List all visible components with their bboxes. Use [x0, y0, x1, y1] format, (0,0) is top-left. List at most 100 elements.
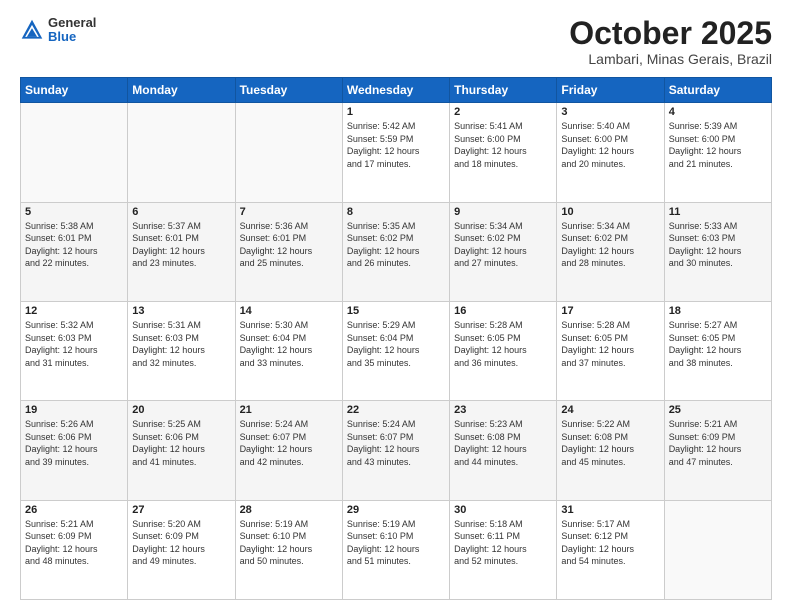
calendar-cell: 9 Sunrise: 5:34 AM Sunset: 6:02 PM Daylig…	[450, 202, 557, 301]
day-info: Sunrise: 5:41 AM Sunset: 6:00 PM Dayligh…	[454, 120, 552, 170]
calendar-cell: 29 Sunrise: 5:19 AM Sunset: 6:10 PM Dayli…	[342, 500, 449, 599]
calendar-cell	[128, 103, 235, 202]
day-info: Sunrise: 5:31 AM Sunset: 6:03 PM Dayligh…	[132, 319, 230, 369]
calendar-cell: 19Sunrise: 5:26 AM Sunset: 6:06 PM Dayli…	[21, 401, 128, 500]
calendar-cell: 4 Sunrise: 5:39 AM Sunset: 6:00 PM Daylig…	[664, 103, 771, 202]
day-number: 24	[561, 404, 659, 416]
day-number: 4	[669, 106, 767, 118]
calendar-cell: 13 Sunrise: 5:31 AM Sunset: 6:03 PM Dayli…	[128, 301, 235, 400]
day-info: Sunrise: 5:36 AM Sunset: 6:01 PM Dayligh…	[240, 220, 338, 270]
calendar-week-2: 12 Sunrise: 5:32 AM Sunset: 6:03 PM Dayli…	[21, 301, 772, 400]
day-info: Sunrise: 5:24 AM Sunset: 6:07 PM Dayligh…	[240, 418, 338, 468]
day-number: 14	[240, 305, 338, 317]
day-number: 16	[454, 305, 552, 317]
day-info: Sunrise: 5:30 AM Sunset: 6:04 PM Dayligh…	[240, 319, 338, 369]
day-number: 17	[561, 305, 659, 317]
day-number: 15	[347, 305, 445, 317]
day-info: Sunrise: 5:37 AM Sunset: 6:01 PM Dayligh…	[132, 220, 230, 270]
calendar-cell	[21, 103, 128, 202]
calendar-cell: 16Sunrise: 5:28 AM Sunset: 6:05 PM Dayli…	[450, 301, 557, 400]
calendar-cell: 5 Sunrise: 5:38 AM Sunset: 6:01 PM Daylig…	[21, 202, 128, 301]
calendar-week-4: 26 Sunrise: 5:21 AM Sunset: 6:09 PM Dayli…	[21, 500, 772, 599]
weekday-header-thursday: Thursday	[450, 78, 557, 103]
day-number: 27	[132, 504, 230, 516]
calendar-cell: 22 Sunrise: 5:24 AM Sunset: 6:07 PM Dayli…	[342, 401, 449, 500]
calendar-cell: 28 Sunrise: 5:19 AM Sunset: 6:10 PM Dayli…	[235, 500, 342, 599]
day-info: Sunrise: 5:23 AM Sunset: 6:08 PM Dayligh…	[454, 418, 552, 468]
calendar-cell: 21Sunrise: 5:24 AM Sunset: 6:07 PM Dayli…	[235, 401, 342, 500]
calendar-cell: 12 Sunrise: 5:32 AM Sunset: 6:03 PM Dayli…	[21, 301, 128, 400]
day-info: Sunrise: 5:27 AM Sunset: 6:05 PM Dayligh…	[669, 319, 767, 369]
day-number: 13	[132, 305, 230, 317]
day-number: 6	[132, 206, 230, 218]
day-info: Sunrise: 5:39 AM Sunset: 6:00 PM Dayligh…	[669, 120, 767, 170]
month-title: October 2025	[569, 16, 772, 51]
day-number: 5	[25, 206, 123, 218]
day-info: Sunrise: 5:21 AM Sunset: 6:09 PM Dayligh…	[669, 418, 767, 468]
calendar-table: SundayMondayTuesdayWednesdayThursdayFrid…	[20, 77, 772, 600]
day-number: 10	[561, 206, 659, 218]
logo-blue: Blue	[48, 30, 96, 44]
weekday-header-wednesday: Wednesday	[342, 78, 449, 103]
day-number: 25	[669, 404, 767, 416]
day-info: Sunrise: 5:19 AM Sunset: 6:10 PM Dayligh…	[347, 518, 445, 568]
day-number: 3	[561, 106, 659, 118]
weekday-header-friday: Friday	[557, 78, 664, 103]
weekday-header-monday: Monday	[128, 78, 235, 103]
calendar-cell: 30Sunrise: 5:18 AM Sunset: 6:11 PM Dayli…	[450, 500, 557, 599]
day-number: 7	[240, 206, 338, 218]
calendar-cell: 1Sunrise: 5:42 AM Sunset: 5:59 PM Daylig…	[342, 103, 449, 202]
day-number: 29	[347, 504, 445, 516]
calendar-cell: 6 Sunrise: 5:37 AM Sunset: 6:01 PM Daylig…	[128, 202, 235, 301]
day-number: 30	[454, 504, 552, 516]
day-number: 12	[25, 305, 123, 317]
weekday-header-saturday: Saturday	[664, 78, 771, 103]
day-info: Sunrise: 5:32 AM Sunset: 6:03 PM Dayligh…	[25, 319, 123, 369]
day-number: 9	[454, 206, 552, 218]
day-info: Sunrise: 5:26 AM Sunset: 6:06 PM Dayligh…	[25, 418, 123, 468]
day-info: Sunrise: 5:29 AM Sunset: 6:04 PM Dayligh…	[347, 319, 445, 369]
weekday-header-tuesday: Tuesday	[235, 78, 342, 103]
calendar-cell: 8Sunrise: 5:35 AM Sunset: 6:02 PM Daylig…	[342, 202, 449, 301]
calendar-cell: 26 Sunrise: 5:21 AM Sunset: 6:09 PM Dayli…	[21, 500, 128, 599]
calendar-cell: 25 Sunrise: 5:21 AM Sunset: 6:09 PM Dayli…	[664, 401, 771, 500]
day-info: Sunrise: 5:17 AM Sunset: 6:12 PM Dayligh…	[561, 518, 659, 568]
calendar-cell: 17 Sunrise: 5:28 AM Sunset: 6:05 PM Dayli…	[557, 301, 664, 400]
day-info: Sunrise: 5:34 AM Sunset: 6:02 PM Dayligh…	[454, 220, 552, 270]
calendar-cell	[664, 500, 771, 599]
day-number: 8	[347, 206, 445, 218]
calendar-cell: 31Sunrise: 5:17 AM Sunset: 6:12 PM Dayli…	[557, 500, 664, 599]
calendar-cell: 20 Sunrise: 5:25 AM Sunset: 6:06 PM Dayli…	[128, 401, 235, 500]
logo-general: General	[48, 16, 96, 30]
calendar-week-3: 19Sunrise: 5:26 AM Sunset: 6:06 PM Dayli…	[21, 401, 772, 500]
location: Lambari, Minas Gerais, Brazil	[569, 51, 772, 67]
day-number: 28	[240, 504, 338, 516]
day-info: Sunrise: 5:24 AM Sunset: 6:07 PM Dayligh…	[347, 418, 445, 468]
day-info: Sunrise: 5:28 AM Sunset: 6:05 PM Dayligh…	[561, 319, 659, 369]
calendar-week-0: 1Sunrise: 5:42 AM Sunset: 5:59 PM Daylig…	[21, 103, 772, 202]
logo-text: General Blue	[48, 16, 96, 45]
day-info: Sunrise: 5:38 AM Sunset: 6:01 PM Dayligh…	[25, 220, 123, 270]
day-number: 18	[669, 305, 767, 317]
day-number: 20	[132, 404, 230, 416]
calendar-cell: 7 Sunrise: 5:36 AM Sunset: 6:01 PM Daylig…	[235, 202, 342, 301]
day-number: 23	[454, 404, 552, 416]
calendar-week-1: 5 Sunrise: 5:38 AM Sunset: 6:01 PM Daylig…	[21, 202, 772, 301]
day-info: Sunrise: 5:25 AM Sunset: 6:06 PM Dayligh…	[132, 418, 230, 468]
day-number: 22	[347, 404, 445, 416]
day-number: 1	[347, 106, 445, 118]
day-number: 26	[25, 504, 123, 516]
header-right: October 2025 Lambari, Minas Gerais, Braz…	[569, 16, 772, 67]
calendar-cell: 24 Sunrise: 5:22 AM Sunset: 6:08 PM Dayli…	[557, 401, 664, 500]
calendar-cell	[235, 103, 342, 202]
day-info: Sunrise: 5:22 AM Sunset: 6:08 PM Dayligh…	[561, 418, 659, 468]
day-info: Sunrise: 5:21 AM Sunset: 6:09 PM Dayligh…	[25, 518, 123, 568]
day-info: Sunrise: 5:40 AM Sunset: 6:00 PM Dayligh…	[561, 120, 659, 170]
calendar-cell: 18 Sunrise: 5:27 AM Sunset: 6:05 PM Dayli…	[664, 301, 771, 400]
day-number: 2	[454, 106, 552, 118]
day-info: Sunrise: 5:33 AM Sunset: 6:03 PM Dayligh…	[669, 220, 767, 270]
day-info: Sunrise: 5:19 AM Sunset: 6:10 PM Dayligh…	[240, 518, 338, 568]
calendar-cell: 27Sunrise: 5:20 AM Sunset: 6:09 PM Dayli…	[128, 500, 235, 599]
logo: General Blue	[20, 16, 96, 45]
calendar-cell: 14 Sunrise: 5:30 AM Sunset: 6:04 PM Dayli…	[235, 301, 342, 400]
